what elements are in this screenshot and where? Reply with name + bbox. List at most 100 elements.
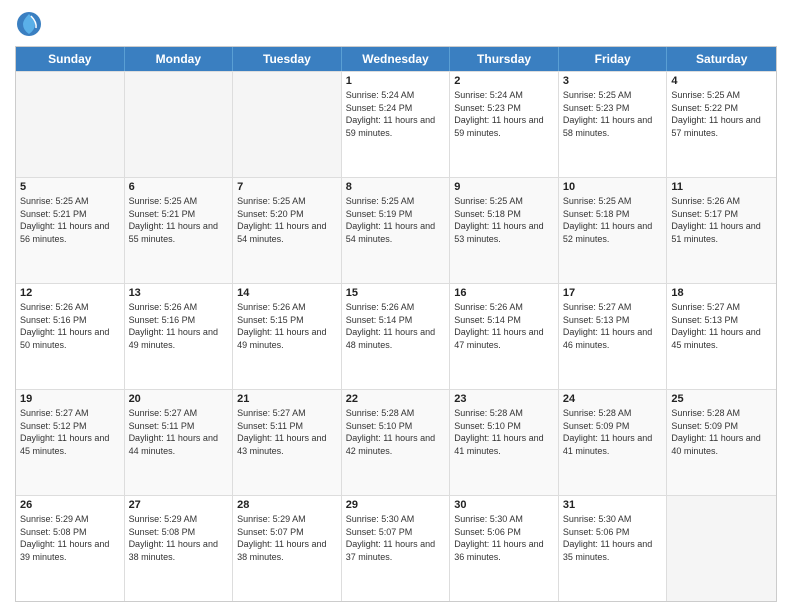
day-number: 11 (671, 181, 772, 193)
calendar-cell: 4 Sunrise: 5:25 AMSunset: 5:22 PMDaylight… (667, 72, 776, 177)
calendar-cell: 25Sunrise: 5:28 AMSunset: 5:09 PMDayligh… (667, 390, 776, 495)
cell-info: Sunrise: 5:26 AMSunset: 5:14 PMDaylight:… (454, 301, 554, 351)
cell-info: Sunrise: 5:30 AMSunset: 5:06 PMDaylight:… (563, 513, 663, 563)
cell-info: Sunrise: 5:29 AMSunset: 5:08 PMDaylight:… (129, 513, 229, 563)
day-number: 17 (563, 287, 663, 299)
cell-info: Sunrise: 5:24 AMSunset: 5:23 PMDaylight:… (454, 89, 554, 139)
calendar-cell: 28Sunrise: 5:29 AMSunset: 5:07 PMDayligh… (233, 496, 342, 601)
day-number: 13 (129, 287, 229, 299)
cell-info: Sunrise: 5:27 AMSunset: 5:12 PMDaylight:… (20, 407, 120, 457)
calendar-cell: 24 Sunrise: 5:28 AMSunset: 5:09 PMDayligh… (559, 390, 668, 495)
cell-info: Sunrise: 5:26 AMSunset: 5:14 PMDaylight:… (346, 301, 446, 351)
cell-info: Sunrise: 5:28 AMSunset: 5:09 PMDaylight:… (563, 407, 663, 457)
cell-info: Sunrise: 5:25 AMSunset: 5:21 PMDaylight:… (20, 195, 120, 245)
day-number: 27 (129, 499, 229, 511)
calendar-row-1: 5 Sunrise: 5:25 AMSunset: 5:21 PMDaylight… (16, 177, 776, 283)
header-day-wednesday: Wednesday (342, 47, 451, 71)
cell-info: Sunrise: 5:27 AMSunset: 5:11 PMDaylight:… (237, 407, 337, 457)
cell-info: Sunrise: 5:30 AMSunset: 5:06 PMDaylight:… (454, 513, 554, 563)
day-number: 24 (563, 393, 663, 405)
calendar-row-4: 26 Sunrise: 5:29 AMSunset: 5:08 PMDayligh… (16, 495, 776, 601)
calendar-cell: 13Sunrise: 5:26 AMSunset: 5:16 PMDayligh… (125, 284, 234, 389)
calendar-cell: 20 Sunrise: 5:27 AMSunset: 5:11 PMDayligh… (125, 390, 234, 495)
day-number: 2 (454, 75, 554, 87)
cell-info: Sunrise: 5:24 AMSunset: 5:24 PMDaylight:… (346, 89, 446, 139)
cell-info: Sunrise: 5:28 AMSunset: 5:10 PMDaylight:… (454, 407, 554, 457)
calendar-cell: 5 Sunrise: 5:25 AMSunset: 5:21 PMDaylight… (16, 178, 125, 283)
logo (15, 10, 45, 38)
calendar-cell: 15Sunrise: 5:26 AMSunset: 5:14 PMDayligh… (342, 284, 451, 389)
calendar-cell: 12Sunrise: 5:26 AMSunset: 5:16 PMDayligh… (16, 284, 125, 389)
calendar: SundayMondayTuesdayWednesdayThursdayFrid… (15, 46, 777, 602)
calendar-cell: 19 Sunrise: 5:27 AMSunset: 5:12 PMDayligh… (16, 390, 125, 495)
header-day-saturday: Saturday (667, 47, 776, 71)
day-number: 19 (20, 393, 120, 405)
cell-info: Sunrise: 5:26 AMSunset: 5:15 PMDaylight:… (237, 301, 337, 351)
cell-info: Sunrise: 5:28 AMSunset: 5:10 PMDaylight:… (346, 407, 446, 457)
calendar-cell: 3 Sunrise: 5:25 AMSunset: 5:23 PMDaylight… (559, 72, 668, 177)
day-number: 23 (454, 393, 554, 405)
calendar-cell (667, 496, 776, 601)
day-number: 26 (20, 499, 120, 511)
page: SundayMondayTuesdayWednesdayThursdayFrid… (0, 0, 792, 612)
day-number: 3 (563, 75, 663, 87)
day-number: 6 (129, 181, 229, 193)
day-number: 29 (346, 499, 446, 511)
day-number: 31 (563, 499, 663, 511)
day-number: 12 (20, 287, 120, 299)
cell-info: Sunrise: 5:25 AMSunset: 5:20 PMDaylight:… (237, 195, 337, 245)
day-number: 18 (671, 287, 772, 299)
cell-info: Sunrise: 5:27 AMSunset: 5:13 PMDaylight:… (671, 301, 772, 351)
day-number: 4 (671, 75, 772, 87)
cell-info: Sunrise: 5:27 AMSunset: 5:11 PMDaylight:… (129, 407, 229, 457)
header (15, 10, 777, 38)
cell-info: Sunrise: 5:29 AMSunset: 5:07 PMDaylight:… (237, 513, 337, 563)
calendar-cell: 22Sunrise: 5:28 AMSunset: 5:10 PMDayligh… (342, 390, 451, 495)
calendar-cell: 10 Sunrise: 5:25 AMSunset: 5:18 PMDayligh… (559, 178, 668, 283)
calendar-cell: 30 Sunrise: 5:30 AMSunset: 5:06 PMDayligh… (450, 496, 559, 601)
calendar-cell: 8 Sunrise: 5:25 AMSunset: 5:19 PMDaylight… (342, 178, 451, 283)
calendar-cell: 16 Sunrise: 5:26 AMSunset: 5:14 PMDayligh… (450, 284, 559, 389)
calendar-body: 1 Sunrise: 5:24 AMSunset: 5:24 PMDaylight… (16, 71, 776, 601)
calendar-cell: 18 Sunrise: 5:27 AMSunset: 5:13 PMDayligh… (667, 284, 776, 389)
logo-icon (15, 10, 43, 38)
cell-info: Sunrise: 5:25 AMSunset: 5:22 PMDaylight:… (671, 89, 772, 139)
calendar-cell: 17 Sunrise: 5:27 AMSunset: 5:13 PMDayligh… (559, 284, 668, 389)
cell-info: Sunrise: 5:25 AMSunset: 5:18 PMDaylight:… (563, 195, 663, 245)
cell-info: Sunrise: 5:28 AMSunset: 5:09 PMDaylight:… (671, 407, 772, 457)
day-number: 14 (237, 287, 337, 299)
day-number: 10 (563, 181, 663, 193)
cell-info: Sunrise: 5:30 AMSunset: 5:07 PMDaylight:… (346, 513, 446, 563)
cell-info: Sunrise: 5:27 AMSunset: 5:13 PMDaylight:… (563, 301, 663, 351)
calendar-cell: 27 Sunrise: 5:29 AMSunset: 5:08 PMDayligh… (125, 496, 234, 601)
header-day-tuesday: Tuesday (233, 47, 342, 71)
day-number: 7 (237, 181, 337, 193)
cell-info: Sunrise: 5:25 AMSunset: 5:18 PMDaylight:… (454, 195, 554, 245)
header-day-monday: Monday (125, 47, 234, 71)
day-number: 30 (454, 499, 554, 511)
header-day-friday: Friday (559, 47, 668, 71)
calendar-row-3: 19 Sunrise: 5:27 AMSunset: 5:12 PMDayligh… (16, 389, 776, 495)
cell-info: Sunrise: 5:25 AMSunset: 5:21 PMDaylight:… (129, 195, 229, 245)
calendar-cell: 7 Sunrise: 5:25 AMSunset: 5:20 PMDaylight… (233, 178, 342, 283)
calendar-cell (16, 72, 125, 177)
calendar-cell: 26Sunrise: 5:29 AMSunset: 5:08 PMDayligh… (16, 496, 125, 601)
day-number: 16 (454, 287, 554, 299)
day-number: 8 (346, 181, 446, 193)
calendar-header: SundayMondayTuesdayWednesdayThursdayFrid… (16, 47, 776, 71)
calendar-row-0: 1 Sunrise: 5:24 AMSunset: 5:24 PMDaylight… (16, 71, 776, 177)
calendar-cell: 1 Sunrise: 5:24 AMSunset: 5:24 PMDaylight… (342, 72, 451, 177)
calendar-cell (233, 72, 342, 177)
day-number: 21 (237, 393, 337, 405)
day-number: 1 (346, 75, 446, 87)
calendar-cell: 11Sunrise: 5:26 AMSunset: 5:17 PMDayligh… (667, 178, 776, 283)
cell-info: Sunrise: 5:25 AMSunset: 5:19 PMDaylight:… (346, 195, 446, 245)
calendar-cell (125, 72, 234, 177)
calendar-cell: 29 Sunrise: 5:30 AMSunset: 5:07 PMDayligh… (342, 496, 451, 601)
header-day-thursday: Thursday (450, 47, 559, 71)
day-number: 5 (20, 181, 120, 193)
calendar-cell: 2 Sunrise: 5:24 AMSunset: 5:23 PMDaylight… (450, 72, 559, 177)
day-number: 20 (129, 393, 229, 405)
calendar-cell: 6 Sunrise: 5:25 AMSunset: 5:21 PMDaylight… (125, 178, 234, 283)
cell-info: Sunrise: 5:25 AMSunset: 5:23 PMDaylight:… (563, 89, 663, 139)
